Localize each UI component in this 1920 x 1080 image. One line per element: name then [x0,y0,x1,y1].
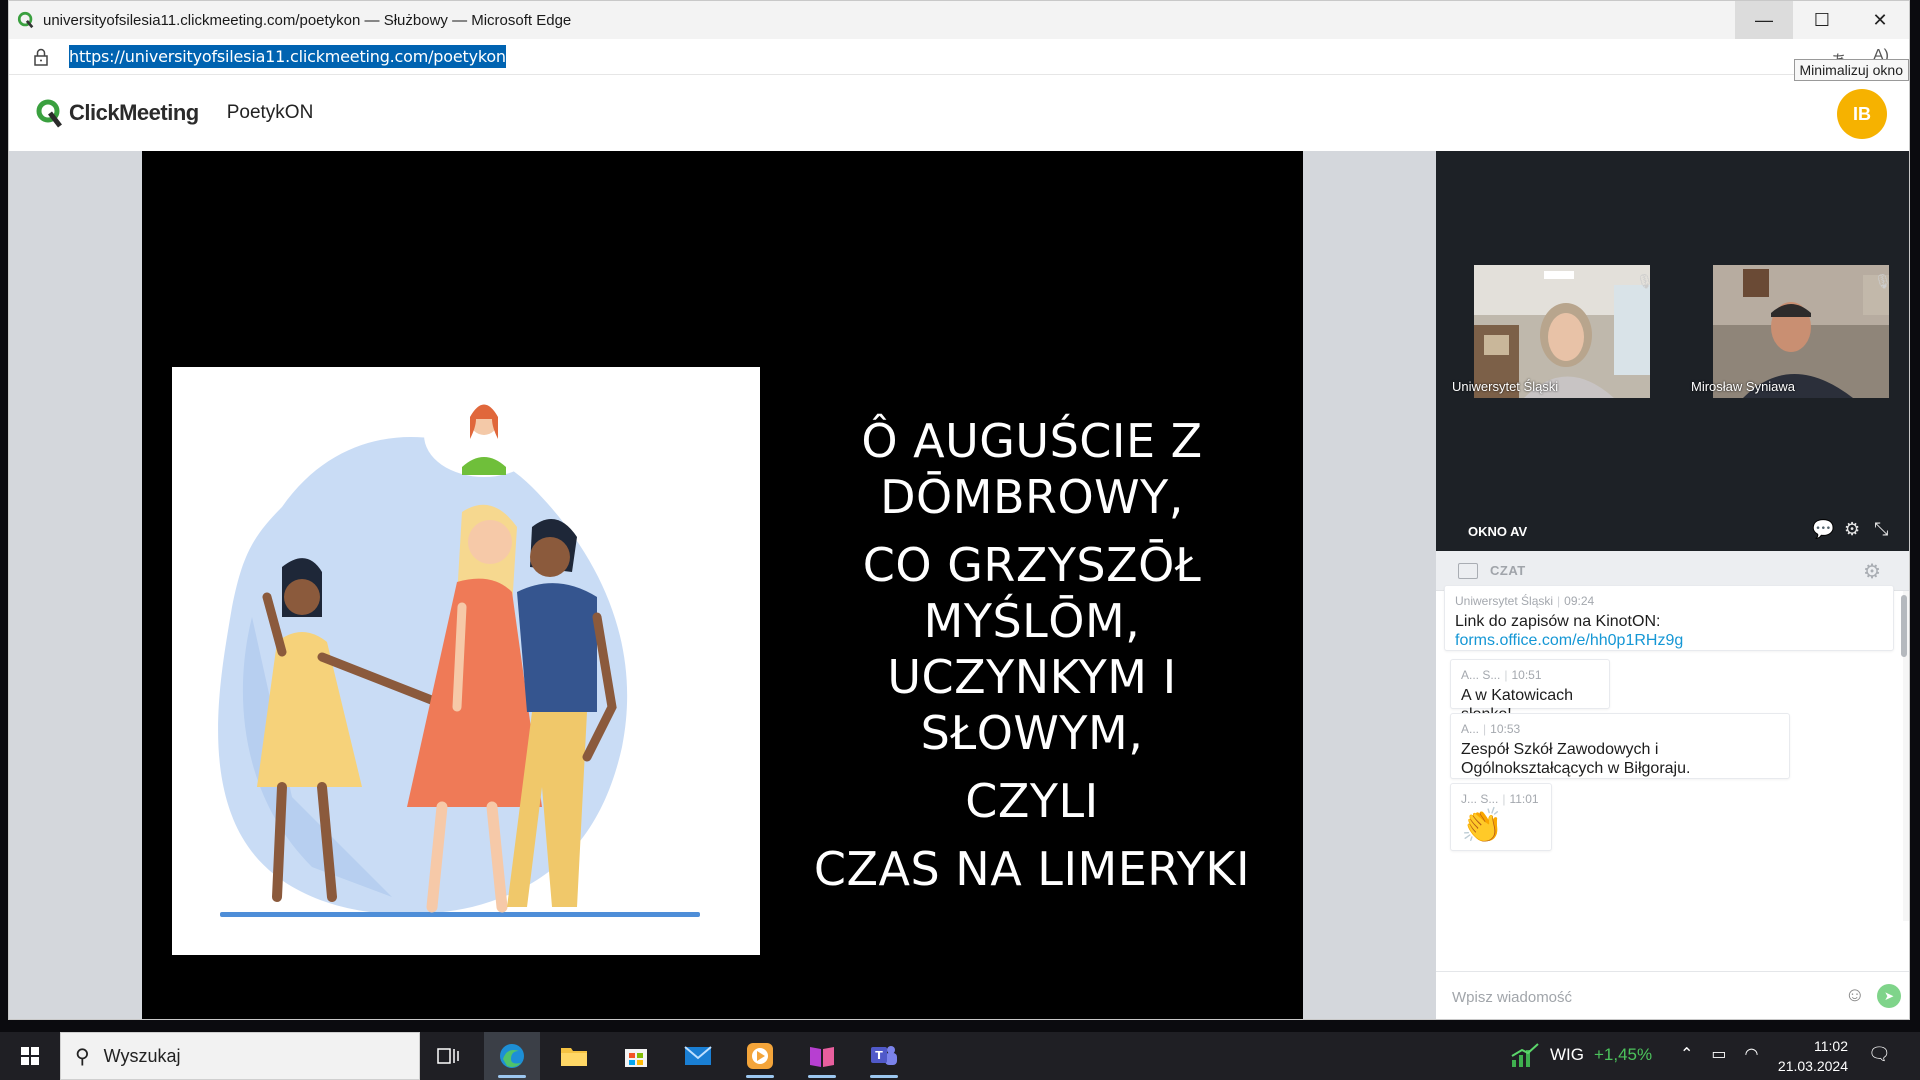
system-tray: ⌃ ▭ ◠ [1680,1044,1759,1064]
url-field[interactable]: https://universityofsilesia11.clickmeeti… [69,45,506,68]
media-player-icon[interactable] [732,1032,788,1080]
lock-icon[interactable] [33,48,49,66]
search-text: Wyszukaj [103,1045,181,1066]
browser-window: universityofsilesia11.clickmeeting.com/p… [8,0,1910,1020]
presentation-stage: Ô AUGUŚCIE Z DŌMBROWY, CO GRZYSZŌŁ MYŚLŌ… [9,151,1436,1019]
reading-app-icon[interactable] [794,1032,850,1080]
close-button[interactable]: ✕ [1851,1,1909,39]
send-message-button[interactable]: ➤ [1877,984,1901,1008]
presentation-slide: Ô AUGUŚCIE Z DŌMBROWY, CO GRZYSZŌŁ MYŚLŌ… [142,151,1303,1019]
room-name: PoetykON [226,102,314,123]
edge-browser-icon[interactable] [484,1032,540,1080]
stock-name: WIG [1550,1045,1584,1064]
search-icon: ⚲ [75,1045,90,1068]
participant-name: Uniwersytet Śląski [1452,379,1559,394]
minimize-button[interactable]: — [1735,1,1793,39]
message-text: Link do zapisów na KinotON: [1455,613,1661,630]
emoji-picker-icon[interactable]: ☺ [1845,984,1865,1007]
slide-line: MYŚLŌM, [923,594,1141,648]
message-author: Uniwersytet Śląski [1455,594,1554,608]
participant-name: Mirosław Syniawa [1691,379,1796,394]
maximize-button[interactable]: ☐ [1793,1,1851,39]
chat-bubble-icon[interactable]: 💬 [1812,519,1834,540]
slide-line: Ô AUGUŚCIE Z [861,414,1203,468]
stock-chart-icon [1511,1043,1539,1067]
settings-gear-icon[interactable]: ⚙ [1844,519,1860,540]
task-view-icon[interactable] [420,1032,476,1080]
mic-icon[interactable]: 🎙 [1874,273,1892,290]
message-author: J... S... [1461,792,1499,806]
mic-icon[interactable]: 🎙 [1636,273,1654,290]
right-panel: 🎙 🎙 Uniwersytet Śląski 🎙 Mirosław Syniaw… [1436,151,1909,1019]
taskbar-clock[interactable]: 11:02 21.03.2024 [1774,1036,1848,1076]
tooltip: Minimalizuj okno [1793,59,1909,81]
windows-start-icon[interactable] [10,1042,50,1070]
title-bar: universityofsilesia11.clickmeeting.com/p… [9,1,1909,39]
address-bar: https://universityofsilesia11.clickmeeti… [9,39,1909,75]
window-title: universityofsilesia11.clickmeeting.com/p… [43,11,572,29]
chat-message: Uniwersytet Śląski | 09:24 Link do zapisów… [1444,585,1894,651]
slide-line: CO GRZYSZŌŁ [862,538,1202,592]
message-author: A... [1461,722,1480,736]
chat-icon [1458,562,1478,579]
logo-text: ClickMeeting [69,100,199,125]
slide-line: UCZYNKYM I [887,650,1177,704]
clickmeeting-favicon-icon [17,11,34,29]
message-time: 09:24 [1564,594,1595,608]
message-time: 10:51 [1511,668,1542,682]
chat-settings-icon[interactable]: ⚙ [1863,559,1881,584]
chat-message: A... S...|10:51 A w Katowicach słonko! [1450,659,1610,723]
people-illustration-icon [218,393,700,917]
teams-icon[interactable]: T [856,1032,912,1080]
stock-widget[interactable]: WIG +1,45% [1510,1042,1652,1068]
mail-icon[interactable] [670,1032,726,1080]
clock-date: 21.03.2024 [1777,1058,1848,1074]
slide-illustration [172,367,760,955]
av-window: 🎙 🎙 Uniwersytet Śląski 🎙 Mirosław Syniaw… [1436,151,1909,551]
message-text: Zespół Szkół Zawodowych i Ogólnokształcą… [1461,741,1691,777]
chat-input-row: ☺ ➤ [1436,971,1909,1019]
notifications-icon[interactable]: 🗨 [1868,1044,1891,1065]
message-time: 10:53 [1490,722,1521,736]
chevron-up-icon[interactable]: ⌃ [1680,1044,1693,1064]
chat-panel: CZAT ⚙ Uniwersytet Śląski | 09:24 Link do … [1436,551,1909,1019]
av-window-label: OKNO AV [1468,524,1528,539]
file-explorer-icon[interactable] [546,1032,602,1080]
clock-time: 11:02 [1814,1038,1848,1054]
slide-line: SŁOWYM, [920,706,1144,760]
desktop-strip [0,1020,1920,1032]
chat-scrollbar-thumb[interactable] [1901,595,1907,657]
wifi-icon[interactable]: ◠ [1745,1044,1759,1064]
message-time: 11:01 [1509,792,1539,806]
message-author: A... S... [1461,668,1501,682]
battery-icon[interactable]: ▭ [1711,1044,1726,1064]
message-link[interactable]: forms.office.com/e/hh0p1RHz9g [1455,632,1683,649]
logo-mark-icon [36,99,62,128]
chat-message-input[interactable] [1452,982,1832,1012]
microsoft-store-icon[interactable] [608,1032,664,1080]
taskbar-search[interactable]: ⚲ Wyszukaj [60,1032,420,1080]
slide-line: CZAS NA LIMERYKI [813,842,1251,896]
chat-title: CZAT [1490,563,1526,578]
chat-message: J... S... | 11:01 👏 [1450,783,1552,851]
clapping-hands-emoji: 👏 [1461,807,1504,845]
user-avatar[interactable]: IB [1837,89,1887,139]
clickmeeting-logo[interactable]: ClickMeeting [35,98,199,128]
resize-window-icon[interactable]: ⤡ [1874,519,1888,540]
chat-message: A... | 10:53 Zespół Szkół Zawodowych i Ogó… [1450,713,1790,779]
slide-title: Ô AUGUŚCIE Z DŌMBROWY, CO GRZYSZŌŁ MYŚLŌ… [782,413,1282,897]
taskbar: ⚲ Wyszukaj T WIG +1,45% ⌃ ▭ ◠ 11:02 21.0… [0,1032,1920,1080]
slide-line: DŌMBROWY, [880,470,1184,524]
stock-change: +1,45% [1594,1045,1653,1064]
app-header: ClickMeeting PoetykON IB [9,75,1909,151]
svg-text:T: T [875,1049,883,1062]
slide-line: CZYLI [965,774,1099,828]
